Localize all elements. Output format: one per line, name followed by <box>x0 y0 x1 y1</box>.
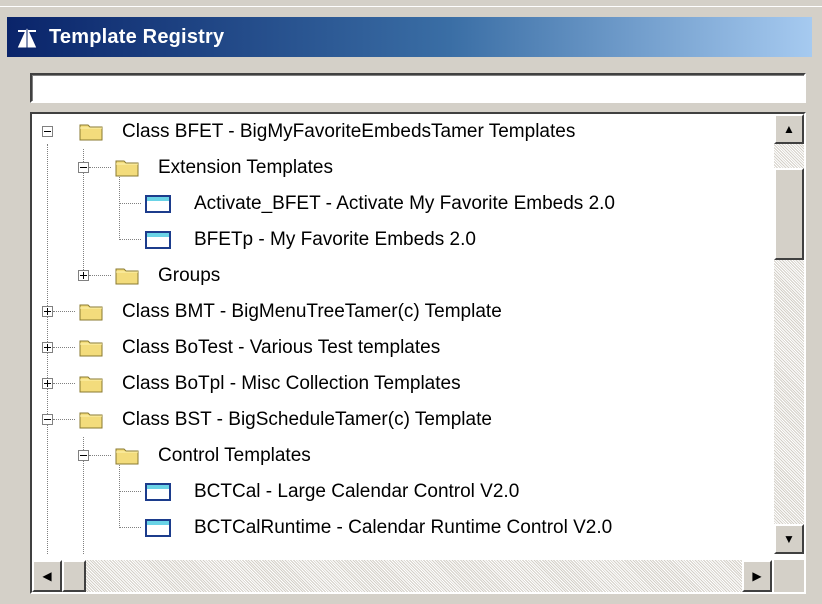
tree-item-label: Groups <box>158 265 221 286</box>
tree-item-label: Extension Templates <box>158 157 333 178</box>
window-title: Template Registry <box>49 25 225 48</box>
tree-item-bctcalruntime[interactable]: BCTCalRuntime - Calendar Runtime Control… <box>32 510 772 546</box>
horizontal-scrollbar[interactable]: ◀ ▶ <box>32 560 772 592</box>
tree-item-label: Class BFET - BigMyFavoriteEmbedsTamer Te… <box>122 121 576 142</box>
scrollbar-corner <box>774 560 804 592</box>
tree-item-label: BCTCalRuntime - Calendar Runtime Control… <box>194 517 613 538</box>
tree-item-activate-bfet[interactable]: Activate_BFET - Activate My Favorite Emb… <box>32 186 772 222</box>
tree-item-class-bst[interactable]: Class BST - BigScheduleTamer(c) Template <box>32 402 772 438</box>
tree-item-label: BFETp - My Favorite Embeds 2.0 <box>194 229 476 250</box>
tree-item-extension-templates[interactable]: Extension Templates <box>32 150 772 186</box>
tree-item-control-templates[interactable]: Control Templates <box>32 438 772 474</box>
window-template-icon <box>145 231 171 249</box>
folder-icon <box>115 448 139 465</box>
tree-item-groups[interactable]: Groups <box>32 258 772 294</box>
expand-icon[interactable] <box>42 306 53 317</box>
tree-item-class-bmt[interactable]: Class BMT - BigMenuTreeTamer(c) Template <box>32 294 772 330</box>
scroll-up-button[interactable]: ▲ <box>774 114 804 144</box>
folder-icon <box>79 412 103 429</box>
collapse-icon[interactable] <box>42 126 53 137</box>
folder-icon <box>79 340 103 357</box>
scroll-right-button[interactable]: ▶ <box>742 560 772 592</box>
window-template-icon <box>145 483 171 501</box>
tree-item-label: Class BST - BigScheduleTamer(c) Template <box>122 409 492 430</box>
tree-item-label: Class BoTpl - Misc Collection Templates <box>122 373 461 394</box>
tree-item-label: Activate_BFET - Activate My Favorite Emb… <box>194 193 615 214</box>
tree-item-class-botpl[interactable]: Class BoTpl - Misc Collection Templates <box>32 366 772 402</box>
tree-item-label: BCTCal - Large Calendar Control V2.0 <box>194 481 520 502</box>
tree-item-label: Class BoTest - Various Test templates <box>122 337 441 358</box>
tree-item-class-bfet[interactable]: Class BFET - BigMyFavoriteEmbedsTamer Te… <box>32 114 772 150</box>
scroll-left-button[interactable]: ◀ <box>32 560 62 592</box>
collapse-icon[interactable] <box>42 414 53 425</box>
collapse-icon[interactable] <box>78 162 89 173</box>
vertical-scroll-thumb[interactable] <box>774 168 804 260</box>
folder-icon <box>79 304 103 321</box>
window-template-icon <box>145 519 171 537</box>
expand-icon[interactable] <box>78 270 89 281</box>
search-input[interactable] <box>30 73 806 103</box>
folder-icon <box>115 268 139 285</box>
folder-icon <box>115 160 139 177</box>
tree-item-label: Class BMT - BigMenuTreeTamer(c) Template <box>122 301 502 322</box>
vertical-scrollbar[interactable]: ▲ ▼ <box>774 114 804 554</box>
folder-icon <box>79 376 103 393</box>
tree-item-label: Control Templates <box>158 445 311 466</box>
horizontal-scroll-thumb[interactable] <box>62 560 86 592</box>
tree-item-bctcal[interactable]: BCTCal - Large Calendar Control V2.0 <box>32 474 772 510</box>
template-tree: Class BFET - BigMyFavoriteEmbedsTamer Te… <box>30 112 806 594</box>
title-bar: Template Registry <box>7 17 812 57</box>
tree-item-class-botest[interactable]: Class BoTest - Various Test templates <box>32 330 772 366</box>
scroll-down-button[interactable]: ▼ <box>774 524 804 554</box>
collapse-icon[interactable] <box>78 450 89 461</box>
expand-icon[interactable] <box>42 342 53 353</box>
folder-icon <box>79 124 103 141</box>
expand-icon[interactable] <box>42 378 53 389</box>
tree-item-bfetp[interactable]: BFETp - My Favorite Embeds 2.0 <box>32 222 772 258</box>
window-template-icon <box>145 195 171 213</box>
wizard-icon <box>16 24 38 49</box>
top-border <box>0 0 822 12</box>
